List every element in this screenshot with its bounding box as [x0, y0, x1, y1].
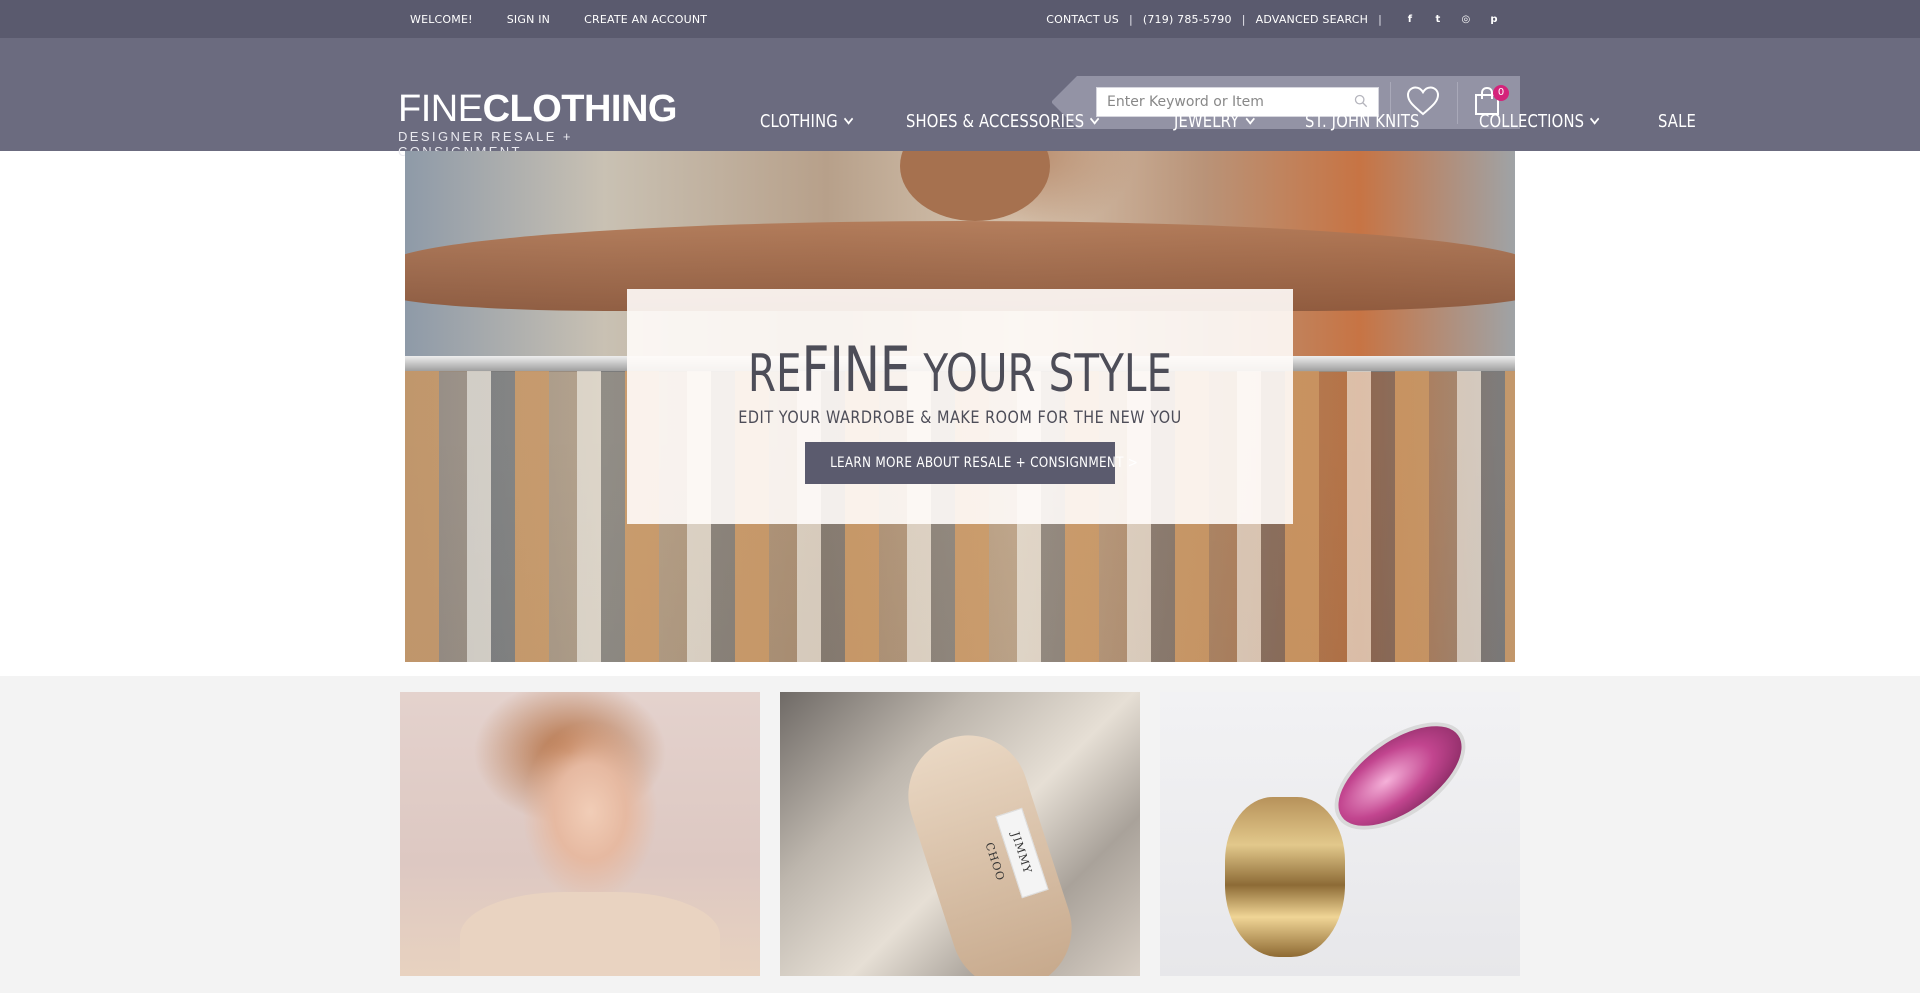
nav-item-label: SHOES & ACCESSORIES — [905, 110, 1085, 132]
hero-subtitle: EDIT YOUR WARDROBE & MAKE ROOM FOR THE N… — [738, 408, 1182, 428]
welcome-text: WELCOME! — [410, 12, 473, 26]
site-logo[interactable]: FINECLOTHING DESIGNER RESALE + CONSIGNME… — [398, 88, 678, 159]
chevron-down-icon — [1090, 112, 1100, 125]
contact-us-link[interactable]: CONTACT US — [1046, 13, 1119, 26]
nav-item-label: CLOTHING — [760, 110, 838, 132]
nav-item-collections[interactable]: COLLECTIONS — [1478, 110, 1600, 132]
nav-item-shoes-accessories[interactable]: SHOES & ACCESSORIES — [905, 110, 1100, 132]
top-bar: WELCOME! SIGN IN CREATE AN ACCOUNT CONTA… — [0, 0, 1920, 38]
separator: | — [1241, 12, 1246, 26]
nav-item-jewelry[interactable]: JEWELRY — [1174, 110, 1255, 132]
chevron-down-icon — [1589, 112, 1600, 125]
phone-link[interactable]: (719) 785-5790 — [1143, 13, 1232, 26]
hero-title: REFINE YOUR STYLE — [700, 333, 1219, 406]
facebook-icon[interactable]: f — [1400, 14, 1420, 25]
nav-item-st-john-knits[interactable]: ST. JOHN KNITS — [1305, 111, 1420, 132]
nav-item-sale[interactable]: SALE — [1658, 111, 1696, 132]
tile-photo-ring — [1225, 797, 1345, 957]
tile-photo-gem — [1316, 701, 1484, 851]
twitter-icon[interactable]: t — [1428, 14, 1448, 25]
top-bar-left: WELCOME! SIGN IN CREATE AN ACCOUNT — [410, 0, 707, 38]
instagram-icon[interactable]: ◎ — [1456, 14, 1476, 25]
separator: | — [1378, 12, 1382, 26]
hero-title-pre: RE — [747, 344, 802, 404]
nav-item-label: ST. JOHN KNITS — [1304, 110, 1420, 132]
main-nav: CLOTHING SHOES & ACCESSORIES JEWELRY ST.… — [760, 110, 1738, 132]
search-icon[interactable] — [1354, 94, 1368, 108]
separator: | — [1128, 12, 1133, 26]
learn-more-label: LEARN MORE ABOUT RESALE + CONSIGNMENT > — [830, 455, 1139, 471]
nav-item-label: JEWELRY — [1174, 110, 1240, 132]
nav-item-label: COLLECTIONS — [1478, 110, 1584, 132]
logo-clothing: CLOTHING — [482, 88, 678, 130]
social-links: f t ◎ p — [1400, 14, 1504, 25]
hero-title-post: YOUR STYLE — [910, 344, 1173, 404]
create-account-link[interactable]: CREATE AN ACCOUNT — [584, 13, 707, 26]
advanced-search-link[interactable]: ADVANCED SEARCH — [1256, 13, 1368, 26]
hero-text-panel: REFINE YOUR STYLE EDIT YOUR WARDROBE & M… — [627, 289, 1293, 524]
chevron-down-icon — [843, 112, 854, 125]
chevron-down-icon — [1245, 112, 1255, 125]
hero-title-big: FINE — [801, 333, 911, 406]
tile-photo-model — [460, 892, 720, 976]
top-bar-right: CONTACT US | (719) 785-5790 | ADVANCED S… — [1046, 0, 1504, 38]
category-tile-shoes[interactable]: JIMMY CHOO — [780, 692, 1140, 976]
pinterest-icon[interactable]: p — [1484, 14, 1504, 25]
nav-item-clothing[interactable]: CLOTHING — [760, 110, 854, 132]
category-section: JIMMY CHOO — [0, 676, 1920, 993]
site-header: 0 FINECLOTHING DESIGNER RESALE + CONSIGN… — [0, 38, 1920, 159]
hero-model-photo — [900, 151, 1050, 221]
learn-more-button[interactable]: LEARN MORE ABOUT RESALE + CONSIGNMENT > — [805, 442, 1138, 484]
sign-in-link[interactable]: SIGN IN — [507, 13, 550, 26]
logo-fine: FINE — [398, 88, 483, 130]
category-tile-clothing[interactable] — [400, 692, 760, 976]
cart-count-badge: 0 — [1493, 85, 1509, 101]
nav-item-label: SALE — [1658, 110, 1696, 132]
hero-banner: REFINE YOUR STYLE EDIT YOUR WARDROBE & M… — [405, 151, 1515, 662]
category-tile-jewelry[interactable] — [1160, 692, 1520, 976]
